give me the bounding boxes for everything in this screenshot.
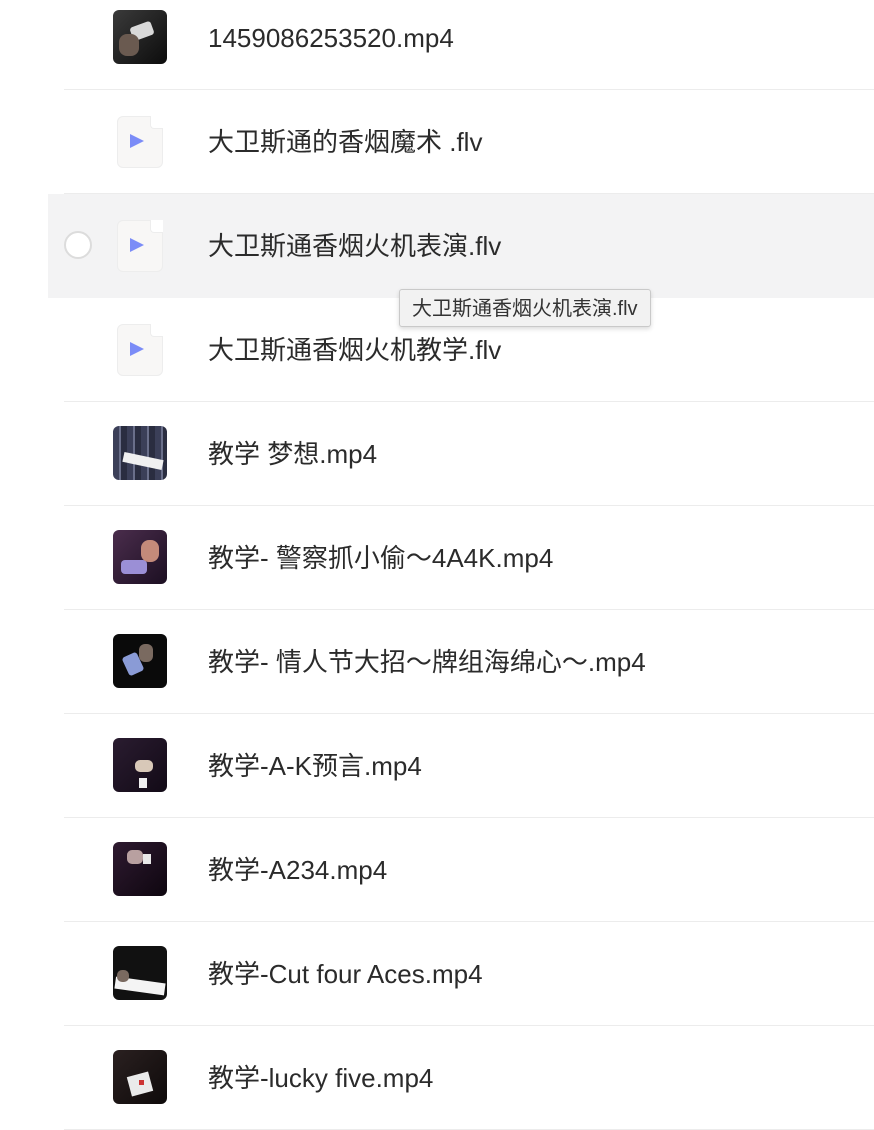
- file-name[interactable]: 教学-A234.mp4: [208, 854, 387, 886]
- video-thumbnail[interactable]: [113, 426, 167, 480]
- file-name[interactable]: 教学- 警察抓小偷～4A4K.mp4: [208, 542, 553, 574]
- video-thumbnail[interactable]: [113, 738, 167, 792]
- file-row[interactable]: 大卫斯通的香烟魔术 .flv: [0, 90, 874, 194]
- video-thumbnail[interactable]: [113, 530, 167, 584]
- file-row[interactable]: 教学-A-K预言.mp4: [0, 714, 874, 818]
- file-row[interactable]: 1459086253520.mp4: [0, 0, 874, 90]
- video-thumbnail[interactable]: [113, 10, 167, 64]
- file-row[interactable]: 教学- 警察抓小偷～4A4K.mp4: [0, 506, 874, 610]
- video-thumbnail[interactable]: [113, 1050, 167, 1104]
- file-name[interactable]: 教学-Cut four Aces.mp4: [208, 958, 483, 990]
- video-file-icon[interactable]: [113, 218, 167, 272]
- file-row[interactable]: 教学-Cut four Aces.mp4: [0, 922, 874, 1026]
- video-thumbnail[interactable]: [113, 842, 167, 896]
- play-icon: [130, 342, 144, 356]
- file-row[interactable]: 教学-lucky five.mp4: [0, 1026, 874, 1130]
- filename-tooltip: 大卫斯通香烟火机表演.flv: [399, 289, 651, 327]
- file-name[interactable]: 大卫斯通的香烟魔术 .flv: [208, 126, 482, 158]
- file-name[interactable]: 教学 梦想.mp4: [208, 438, 377, 470]
- file-row[interactable]: 教学- 情人节大招～牌组海绵心～.mp4: [0, 610, 874, 714]
- file-row[interactable]: 教学-A234.mp4: [0, 818, 874, 922]
- video-file-icon[interactable]: [113, 114, 167, 168]
- file-name[interactable]: 教学- 情人节大招～牌组海绵心～.mp4: [208, 646, 646, 678]
- file-list: 1459086253520.mp4 大卫斯通的香烟魔术 .flv 大卫斯通香烟火…: [0, 0, 874, 1130]
- file-name[interactable]: 大卫斯通香烟火机表演.flv: [208, 230, 501, 262]
- select-checkbox[interactable]: [64, 231, 92, 259]
- file-row[interactable]: 教学 梦想.mp4: [0, 402, 874, 506]
- play-icon: [130, 134, 144, 148]
- play-icon: [130, 238, 144, 252]
- file-name[interactable]: 1459086253520.mp4: [208, 22, 454, 54]
- file-name[interactable]: 教学-A-K预言.mp4: [208, 750, 422, 782]
- video-thumbnail[interactable]: [113, 946, 167, 1000]
- video-thumbnail[interactable]: [113, 634, 167, 688]
- file-name[interactable]: 教学-lucky five.mp4: [208, 1062, 433, 1094]
- video-file-icon[interactable]: [113, 322, 167, 376]
- file-name[interactable]: 大卫斯通香烟火机教学.flv: [208, 334, 501, 366]
- file-row-hovered[interactable]: 大卫斯通香烟火机表演.flv: [0, 194, 874, 298]
